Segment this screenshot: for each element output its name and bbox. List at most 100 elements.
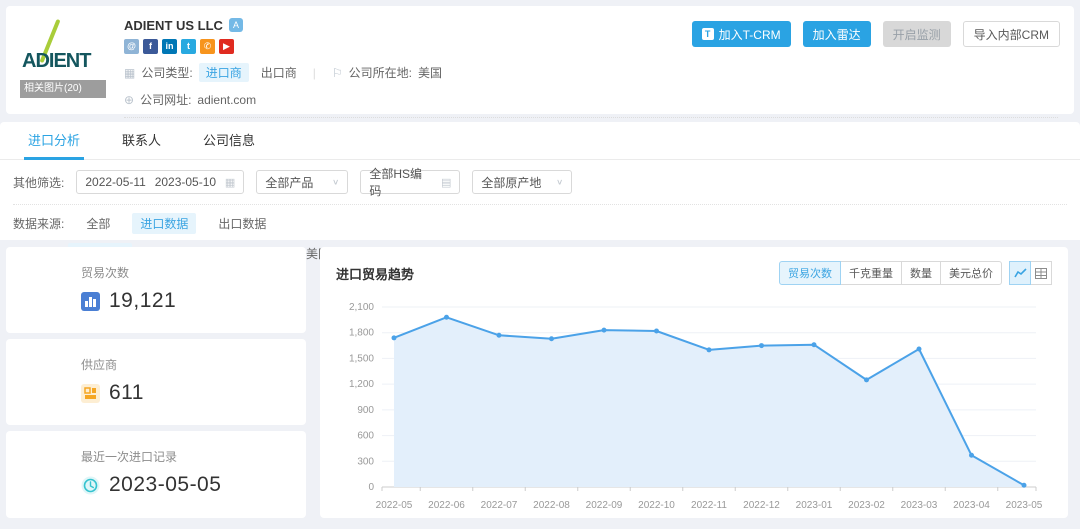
youtube-icon[interactable]: ▶ [219, 39, 234, 54]
header-divider [124, 117, 1058, 118]
blog-icon[interactable]: @ [124, 39, 139, 54]
svg-text:2022-09: 2022-09 [586, 500, 623, 511]
clock-icon [81, 476, 100, 495]
table-icon [1035, 268, 1047, 279]
website-value[interactable]: adient.com [197, 93, 256, 107]
tab-company-info[interactable]: 公司信息 [203, 122, 255, 160]
website-label: 公司网址: [140, 91, 191, 108]
metric-quantity[interactable]: 数量 [901, 261, 941, 285]
bar-chart-icon [81, 292, 100, 311]
website-icon: ⊕ [124, 93, 134, 107]
svg-text:2023-05: 2023-05 [1006, 500, 1043, 511]
trade-count-label: 贸易次数 [81, 264, 306, 281]
start-monitoring-button[interactable]: 开启监测 [883, 21, 951, 47]
svg-text:300: 300 [357, 456, 374, 467]
facebook-icon[interactable]: f [143, 39, 158, 54]
tab-import-analysis[interactable]: 进口分析 [28, 122, 80, 160]
list-icon: ▤ [441, 176, 451, 189]
trade-count-value: 19,121 [109, 289, 176, 313]
svg-text:2022-10: 2022-10 [638, 500, 675, 511]
metric-button-group: 贸易次数 千克重量 数量 美元总价 [779, 261, 1002, 285]
supplier-value: 611 [109, 381, 144, 405]
source-export-data[interactable]: 出口数据 [218, 215, 266, 232]
source-all[interactable]: 全部 [86, 215, 110, 232]
metric-usd-total[interactable]: 美元总价 [940, 261, 1002, 285]
location-icon: ⚐ [332, 66, 343, 80]
data-source-row: 数据来源: 全部 进口数据 出口数据 [0, 213, 1080, 234]
filter-row: 其他筛选: 2022-05-11 2023-05-10 ▦ 全部产品 ∨ 全部H… [0, 170, 1080, 194]
date-end: 2023-05-10 [155, 175, 216, 189]
linkedin-icon[interactable]: in [162, 39, 177, 54]
source-import-data[interactable]: 进口数据 [132, 213, 196, 234]
product-select[interactable]: 全部产品 ∨ [256, 170, 348, 194]
location-value: 美国 [418, 64, 442, 81]
metric-weight-kg[interactable]: 千克重量 [840, 261, 902, 285]
last-import-label: 最近一次进口记录 [81, 448, 306, 465]
svg-text:2022-05: 2022-05 [376, 500, 413, 511]
svg-text:2023-02: 2023-02 [848, 500, 885, 511]
company-logo: ADIENT 相关图片(20) [20, 16, 106, 98]
chart-title: 进口贸易趋势 [336, 264, 414, 283]
svg-text:2022-08: 2022-08 [533, 500, 570, 511]
filter-label: 其他筛选: [13, 174, 64, 191]
company-header-card: ADIENT 相关图片(20) ADIENT US LLC A @ f in t… [6, 6, 1074, 114]
logo-wordmark: ADIENT [22, 50, 90, 73]
translate-icon[interactable]: A [229, 18, 243, 32]
import-crm-button[interactable]: 导入内部CRM [963, 21, 1060, 47]
company-type-icon: ▦ [124, 66, 135, 80]
add-radar-button[interactable]: 加入雷达 [803, 21, 871, 47]
svg-text:2023-04: 2023-04 [953, 500, 990, 511]
calendar-icon: ▦ [225, 176, 235, 189]
chevron-down-icon: ∨ [332, 178, 339, 187]
trend-chart-card: 进口贸易趋势 贸易次数 千克重量 数量 美元总价 [320, 247, 1068, 518]
last-import-value: 2023-05-05 [109, 473, 221, 497]
svg-text:2,100: 2,100 [349, 302, 374, 313]
supplier-icon [81, 384, 100, 403]
svg-text:900: 900 [357, 405, 374, 416]
table-view-button[interactable] [1030, 261, 1052, 285]
tcrm-icon: T [702, 28, 714, 40]
chart-controls: 贸易次数 千克重量 数量 美元总价 [779, 261, 1052, 285]
origin-select[interactable]: 全部原产地 ∨ [472, 170, 572, 194]
supplier-card: 供应商 611 [6, 339, 306, 425]
svg-text:2023-03: 2023-03 [901, 500, 938, 511]
svg-text:2022-11: 2022-11 [691, 500, 727, 511]
divider: | [313, 66, 316, 80]
analysis-panel: 进口分析 联系人 公司信息 其他筛选: 2022-05-11 2023-05-1… [0, 122, 1080, 240]
filter-divider [13, 204, 1067, 205]
svg-text:2023-01: 2023-01 [796, 500, 833, 511]
trend-chart: 0 300 600 900 1,200 1,500 1,800 2,100 2022-05 202… [336, 293, 1052, 515]
related-images-overlay[interactable]: 相关图片(20) [20, 80, 106, 98]
svg-text:2022-06: 2022-06 [428, 500, 465, 511]
hs-code-select[interactable]: 全部HS编码 ▤ [360, 170, 460, 194]
metric-trade-count[interactable]: 贸易次数 [779, 261, 841, 285]
line-chart-view-button[interactable] [1009, 261, 1031, 285]
tab-bar: 进口分析 联系人 公司信息 [0, 122, 1080, 160]
exporter-label: 出口商 [261, 64, 297, 81]
svg-text:1,800: 1,800 [349, 328, 374, 339]
company-name: ADIENT US LLC [124, 18, 223, 33]
date-start: 2022-05-11 [85, 175, 146, 189]
svg-text:2022-12: 2022-12 [743, 500, 780, 511]
header-actions: T 加入T-CRM 加入雷达 开启监测 导入内部CRM [692, 21, 1060, 47]
svg-text:1,500: 1,500 [349, 353, 374, 364]
svg-text:600: 600 [357, 431, 374, 442]
importer-badge: 进口商 [199, 63, 249, 82]
svg-text:0: 0 [368, 482, 374, 493]
data-source-label: 数据来源: [13, 215, 64, 232]
svg-text:1,200: 1,200 [349, 379, 374, 390]
line-chart-icon [1014, 268, 1027, 279]
svg-text:2022-07: 2022-07 [481, 500, 518, 511]
add-tcrm-button[interactable]: T 加入T-CRM [692, 21, 791, 47]
twitter-icon[interactable]: t [181, 39, 196, 54]
phone-icon[interactable]: ✆ [200, 39, 215, 54]
location-label: 公司所在地: [349, 64, 412, 81]
supplier-label: 供应商 [81, 356, 306, 373]
tab-contacts[interactable]: 联系人 [122, 122, 161, 160]
date-range-picker[interactable]: 2022-05-11 2023-05-10 ▦ [76, 170, 244, 194]
trade-count-card: 贸易次数 19,121 [6, 247, 306, 333]
last-import-card: 最近一次进口记录 2023-05-05 [6, 431, 306, 518]
chevron-down-icon: ∨ [556, 178, 563, 187]
view-toggle-group [1010, 261, 1052, 285]
company-type-label: 公司类型: [141, 64, 192, 81]
